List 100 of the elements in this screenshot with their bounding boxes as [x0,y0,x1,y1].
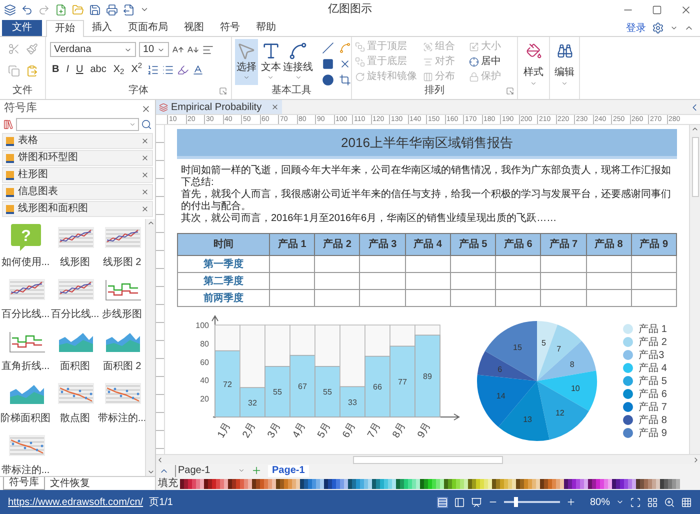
caret-icon [242,74,250,81]
align-text-icon[interactable] [202,44,214,56]
category-row[interactable]: 饼图和环型图 [2,150,153,166]
fit-page-icon[interactable] [630,496,641,508]
zoom-in-icon[interactable] [566,497,576,507]
format-button[interactable]: abc [88,62,108,77]
shape-tile[interactable]: 带标注的... [99,375,145,427]
presentation-icon[interactable] [470,496,482,508]
save-icon[interactable] [89,4,101,16]
format-button[interactable]: I [64,62,72,77]
shape-tile[interactable]: 百分比线... [51,271,99,323]
scrollbar[interactable] [145,219,155,476]
panel-tab[interactable]: 文件恢复 [45,477,95,490]
caret-icon [294,74,302,81]
category-row[interactable]: 柱形图 [2,167,153,183]
menu-tab[interactable]: 帮助 [248,20,284,36]
tool-button[interactable]: 文本 [260,39,282,85]
grow-font-icon[interactable] [172,44,184,56]
line-spacing-icon[interactable] [147,64,160,76]
menu-tab[interactable]: 开始 [46,20,84,37]
close-icon[interactable] [680,4,692,16]
text-icon[interactable] [260,41,281,61]
login-link[interactable]: 登录 [626,20,646,36]
maximize-icon[interactable] [652,4,662,14]
vertical-scrollbar[interactable] [689,125,700,454]
menu-tab[interactable]: 文件 [2,20,42,36]
shape-tile[interactable]: ? 如何使用... [0,219,51,271]
settings-icon[interactable] [652,22,664,34]
zoom-icon[interactable] [664,496,675,508]
highlighter-icon[interactable] [177,64,190,76]
close-icon[interactable] [141,188,149,196]
document-tab[interactable]: Empirical Probability [156,100,282,114]
format-button[interactable]: X$_{2}$ [111,62,126,77]
ellipse-icon[interactable] [322,74,334,86]
rectangle-icon[interactable] [322,58,334,70]
tool-button[interactable]: 选择 [235,39,258,85]
customize-caret-icon[interactable] [140,5,149,14]
undo-icon[interactable] [21,4,33,16]
format-button[interactable]: X$^{2}$ [129,62,144,77]
connector-icon[interactable] [288,41,308,61]
category-row[interactable]: 信息图表 [2,184,153,200]
zoom-level: 80% [590,496,610,510]
cross-icon[interactable] [339,58,352,70]
website-link[interactable]: https://www.edrawsoft.com/cn/ [8,494,144,510]
page-tab[interactable]: Page-1 [268,464,309,476]
format-button[interactable]: B [50,62,62,77]
format-button[interactable]: U [74,62,86,77]
export-icon[interactable] [123,4,135,16]
shape-tile[interactable]: 散点图 [51,375,99,427]
shrink-font-icon[interactable] [187,44,199,56]
edit-button[interactable]: 编辑 [550,37,580,99]
dialog-launcher-icon[interactable] [219,87,227,95]
shape-tile[interactable]: 直角折线... [0,323,51,375]
print-icon[interactable] [106,4,118,16]
close-icon[interactable] [141,171,149,179]
shape-tile[interactable]: 面积图 [51,323,99,375]
color-palette-drawing[interactable] [180,478,680,488]
outline-view-icon[interactable] [454,496,465,508]
close-icon[interactable] [141,205,149,213]
menu-tab[interactable]: 符号 [212,20,248,36]
zoom-thumb[interactable] [514,497,518,507]
close-icon[interactable] [141,137,149,145]
search-icon[interactable] [141,119,152,130]
category-row[interactable]: 线形图和面积图 [2,201,153,217]
shape-tile[interactable]: 步线形图 [99,271,145,323]
page-select[interactable]: Page-1 [175,464,245,476]
close-icon[interactable] [270,103,279,111]
app-logo-icon[interactable] [4,4,16,16]
category-row[interactable]: 表格 [2,133,153,149]
shape-tile[interactable]: 线形图 2 [99,219,145,271]
y-tick-label: 20 [200,394,209,404]
tool-button[interactable]: 连接线 [284,39,312,85]
new-file-icon[interactable] [55,4,67,16]
zoom-slider[interactable] [504,497,560,507]
panel-tab[interactable]: 符号库 [3,477,45,490]
fit-width-icon[interactable] [647,496,658,508]
menu-tab[interactable]: 视图 [176,20,212,36]
menu-tab[interactable]: 页面布局 [120,20,176,36]
style-button[interactable]: 样式 [518,37,550,99]
shape-tile[interactable]: 线形图 [51,219,99,271]
search-field[interactable] [16,118,139,131]
crop-icon[interactable] [339,74,352,86]
normal-view-icon[interactable] [436,496,448,508]
font-size-select[interactable]: 10 [139,42,169,57]
zoom-caret-icon[interactable] [616,498,624,506]
settings-caret-icon[interactable] [670,24,678,32]
shape-tile[interactable]: 百分比线... [0,271,51,323]
font-color-icon[interactable] [192,64,204,76]
shape-tile[interactable]: 阶梯面积图 [0,375,51,427]
grid-icon[interactable] [681,496,692,508]
menu-tab[interactable]: 插入 [84,20,120,36]
library-icon[interactable] [3,119,14,130]
shape-tile[interactable]: 面积图 2 [99,323,145,375]
close-icon[interactable] [141,104,151,114]
line-icon[interactable] [322,42,334,54]
arrange-button[interactable]: 居中 [469,56,509,68]
close-icon[interactable] [141,154,149,162]
font-family-select[interactable]: Verdana [50,42,136,57]
horizontal-scrollbar[interactable] [156,454,700,464]
dialog-launcher-icon[interactable] [506,87,514,95]
